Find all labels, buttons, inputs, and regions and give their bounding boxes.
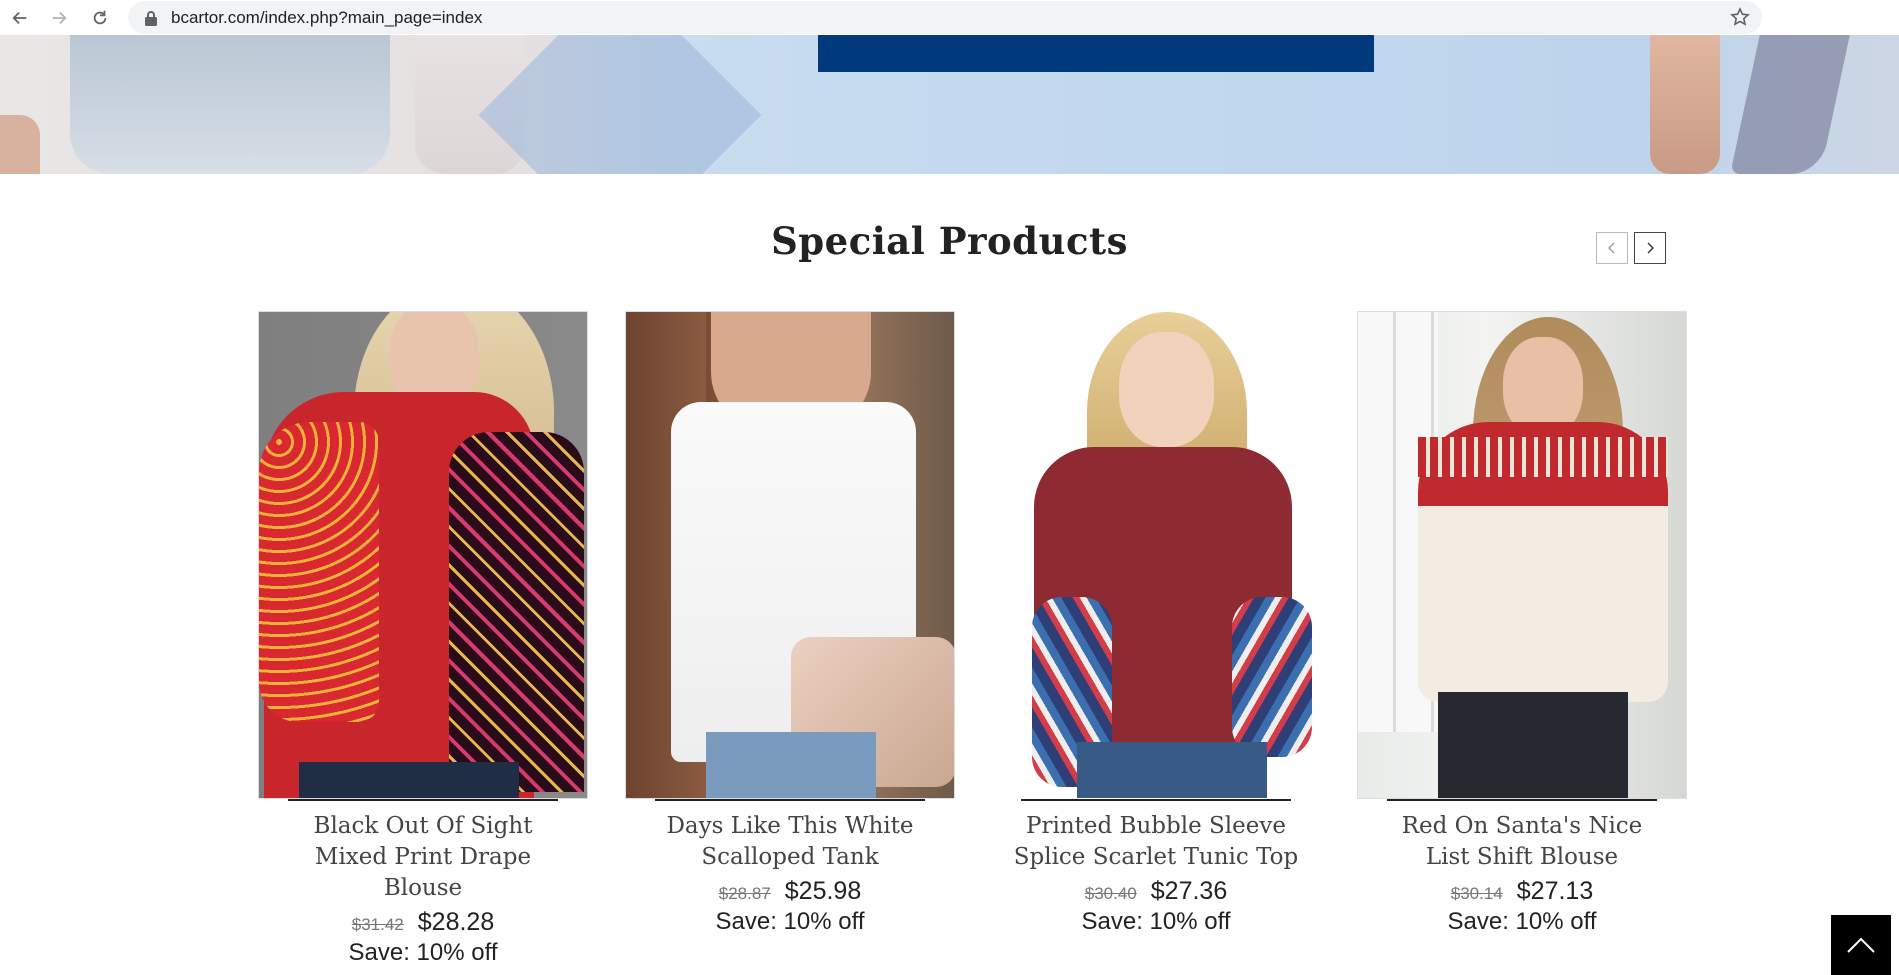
reload-button[interactable] (87, 5, 113, 31)
url-text: bcartor.com/index.php?main_page=index (171, 8, 482, 28)
product-discount: Save: 10% off (348, 939, 498, 966)
hero-image-jeans (70, 35, 390, 174)
product-divider (655, 799, 925, 801)
arrow-left-icon (12, 11, 27, 25)
product-image[interactable] (991, 311, 1321, 799)
product-divider (1021, 799, 1291, 801)
product-divider (288, 799, 558, 801)
product-name[interactable]: Days Like This White Scalloped Tank (625, 811, 955, 873)
product-prices: $28.87 $25.98 (625, 877, 955, 906)
hero-banner[interactable] (0, 35, 1899, 174)
chevron-left-icon (1608, 242, 1615, 254)
product-name[interactable]: Red On Santa's Nice List Shift Blouse (1357, 811, 1687, 873)
product-price: $25.98 (784, 877, 862, 905)
product-image[interactable] (1357, 311, 1687, 799)
product-prices: $31.42 $28.28 (258, 908, 588, 937)
star-icon[interactable] (1730, 7, 1750, 27)
product-old-price: $30.40 (1084, 884, 1137, 903)
carousel-next-button[interactable] (1634, 232, 1666, 264)
product-price: $27.13 (1516, 877, 1594, 905)
product-card[interactable]: Printed Bubble Sleeve Splice Scarlet Tun… (991, 311, 1321, 936)
product-price: $28.28 (417, 908, 495, 936)
product-image[interactable] (258, 311, 588, 799)
product-card[interactable]: Days Like This White Scalloped Tank $28.… (625, 311, 955, 936)
product-price: $27.36 (1150, 877, 1228, 905)
back-button[interactable] (7, 5, 33, 31)
arrow-right-icon (52, 11, 67, 25)
url-domain: bcartor.com (171, 8, 260, 27)
product-card[interactable]: Black Out Of Sight Mixed Print Drape Blo… (258, 311, 588, 967)
product-old-price: $30.14 (1450, 884, 1503, 903)
lock-icon (145, 11, 157, 26)
hero-image-legs (1650, 35, 1720, 174)
product-card[interactable]: Red On Santa's Nice List Shift Blouse $3… (1357, 311, 1687, 936)
url-path: /index.php?main_page=index (259, 8, 483, 27)
product-name[interactable]: Printed Bubble Sleeve Splice Scarlet Tun… (991, 811, 1321, 873)
back-to-top-button[interactable] (1831, 915, 1891, 975)
hero-image-shadow (1730, 35, 1850, 174)
product-prices: $30.40 $27.36 (991, 877, 1321, 906)
product-image[interactable] (625, 311, 955, 799)
product-old-price: $31.42 (351, 915, 404, 934)
carousel-prev-button[interactable] (1596, 232, 1628, 264)
forward-button[interactable] (46, 5, 72, 31)
product-discount: Save: 10% off (1447, 908, 1597, 935)
reload-icon (93, 10, 107, 25)
browser-toolbar: bcartor.com/index.php?main_page=index (0, 0, 1899, 35)
hero-image-hand (0, 115, 40, 174)
product-discount: Save: 10% off (715, 908, 865, 935)
hero-banner-block[interactable] (818, 35, 1374, 72)
product-old-price: $28.87 (718, 884, 771, 903)
chevron-up-icon (1847, 937, 1875, 953)
product-prices: $30.14 $27.13 (1357, 877, 1687, 906)
product-name[interactable]: Black Out Of Sight Mixed Print Drape Blo… (258, 811, 588, 904)
product-discount: Save: 10% off (1081, 908, 1231, 935)
product-divider (1387, 799, 1657, 801)
chevron-right-icon (1647, 242, 1654, 254)
address-bar[interactable]: bcartor.com/index.php?main_page=index (128, 1, 1762, 34)
